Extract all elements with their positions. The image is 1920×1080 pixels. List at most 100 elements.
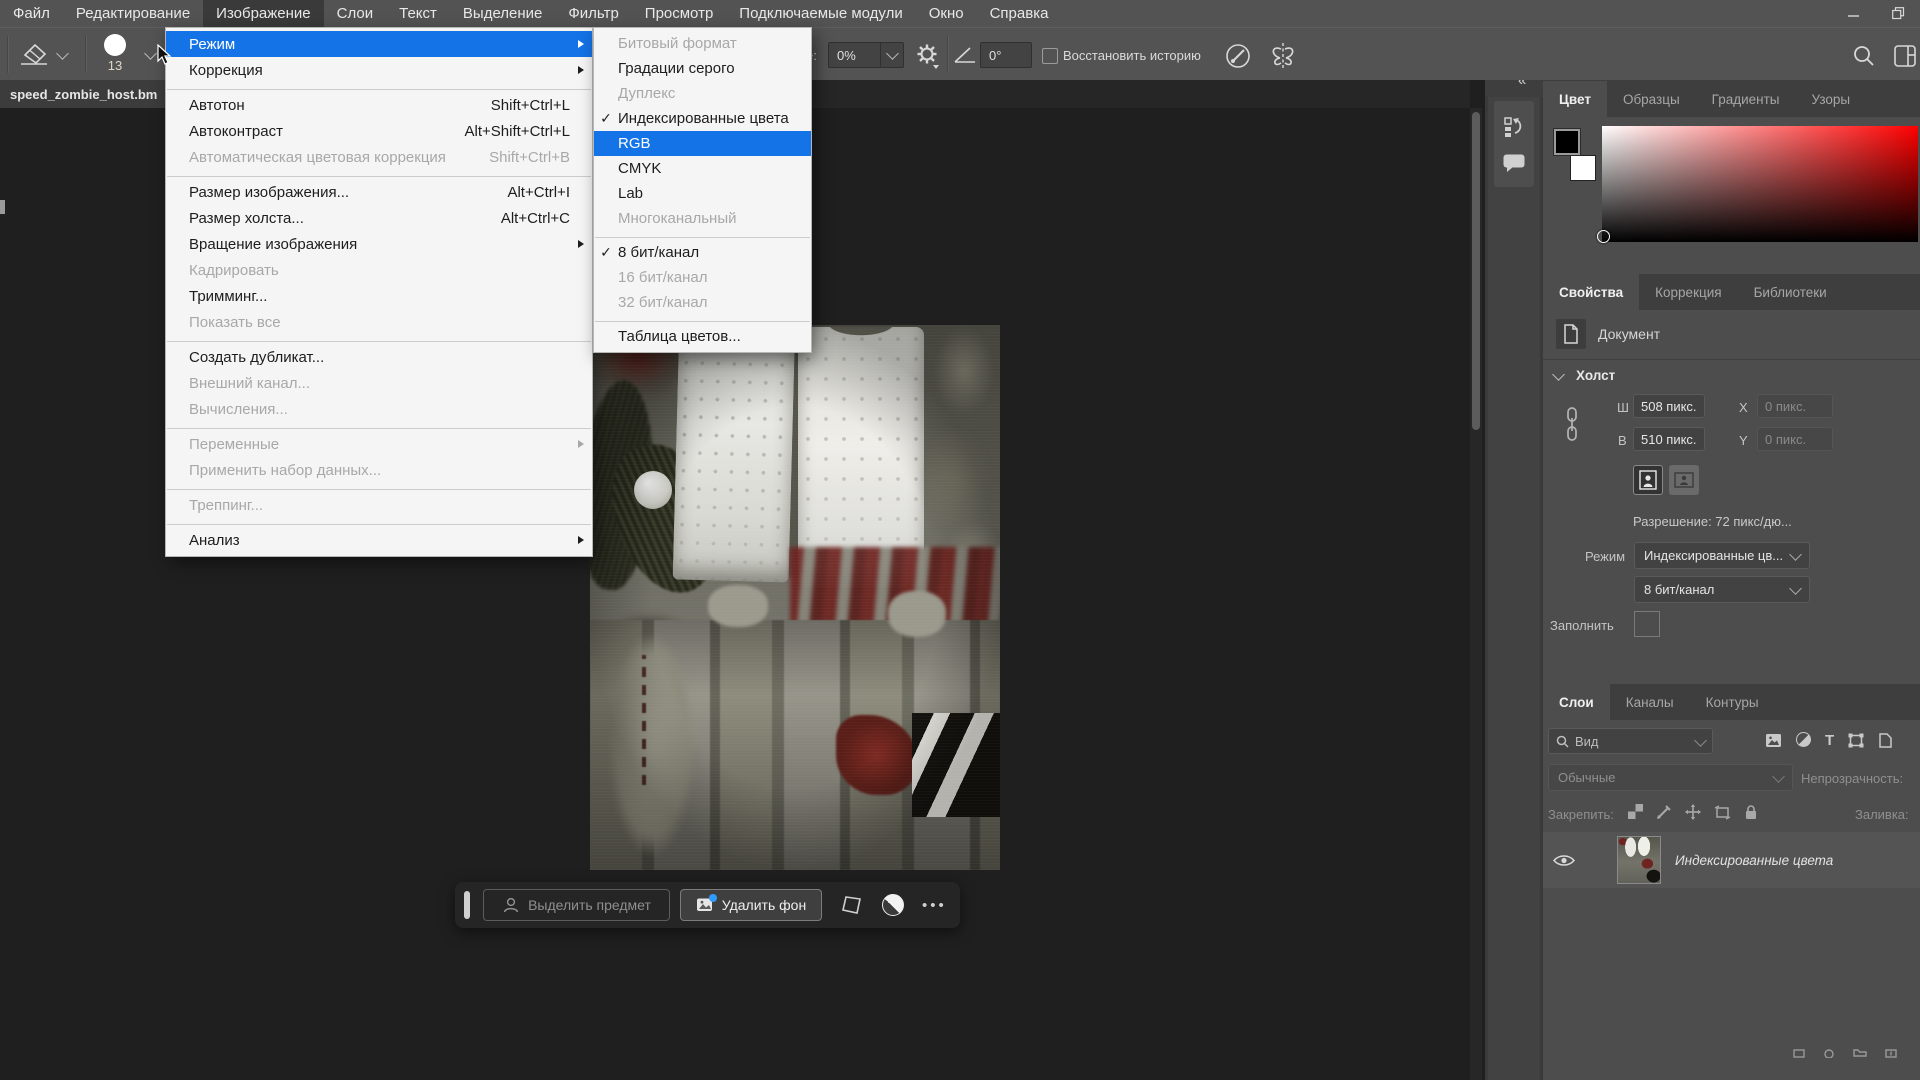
panel-tab[interactable]: Библиотеки <box>1738 274 1843 310</box>
menubar-item[interactable]: Слои <box>324 0 386 27</box>
menu-item[interactable]: Тримминг... <box>166 283 592 309</box>
panel-tab[interactable]: Каналы <box>1610 684 1690 720</box>
layer-effects-icon[interactable] <box>1793 1046 1805 1058</box>
panel-tab[interactable]: Коррекция <box>1639 274 1737 310</box>
menubar-item[interactable]: Текст <box>386 0 450 27</box>
menu-item[interactable]: Размер холста... Alt+Ctrl+C <box>166 205 592 231</box>
submenu-item[interactable]: RGB <box>594 131 811 156</box>
menubar-item[interactable]: Файл <box>0 0 63 27</box>
brush-size-picker[interactable]: 13 <box>92 34 138 73</box>
menu-item[interactable]: Показать все <box>166 309 592 335</box>
blend-mode-dropdown[interactable]: Обычные <box>1548 764 1793 791</box>
smoothing-brush-button[interactable] <box>1224 42 1252 73</box>
layer-thumbnail[interactable] <box>1617 836 1661 884</box>
symmetry-button[interactable] <box>1268 41 1298 74</box>
foreground-color-swatch[interactable] <box>1554 129 1580 155</box>
menubar-item[interactable]: Редактирование <box>63 0 203 27</box>
height-field[interactable]: 510 пикс. <box>1633 427 1705 451</box>
panel-tab[interactable]: Цвет <box>1543 81 1607 117</box>
panel-tab[interactable]: Свойства <box>1543 274 1639 310</box>
menu-item[interactable]: Вращение изображения <box>166 231 592 257</box>
panel-tab[interactable]: Контуры <box>1690 684 1775 720</box>
menubar-item[interactable]: Изображение <box>203 0 324 27</box>
section-chevron-icon[interactable] <box>1552 368 1565 381</box>
filter-adjustment-layers-icon[interactable] <box>1796 732 1811 747</box>
menu-item[interactable]: Режим <box>166 31 592 57</box>
menubar-item[interactable]: Подключаемые модули <box>726 0 915 27</box>
history-panel-icon[interactable] <box>1502 115 1526 139</box>
smoothing-dropdown[interactable]: 0% <box>828 42 904 68</box>
submenu-item[interactable]: 16 бит/канал <box>594 265 811 290</box>
menu-item[interactable]: Автотон Shift+Ctrl+L <box>166 92 592 118</box>
search-button[interactable] <box>1852 44 1876 71</box>
panel-tab[interactable]: Узоры <box>1796 81 1867 117</box>
panel-tab[interactable]: Образцы <box>1607 81 1696 117</box>
document-tab[interactable]: speed_zombie_host.bm <box>0 80 168 108</box>
new-group-icon[interactable] <box>1853 1046 1867 1058</box>
vertical-scrollbar-thumb[interactable] <box>1472 112 1480 430</box>
angle-input[interactable]: 0° <box>980 42 1032 68</box>
color-picker-ring[interactable] <box>1597 230 1610 243</box>
submenu-item[interactable]: Индексированные цвета <box>594 106 811 131</box>
lock-artboard-icon[interactable] <box>1714 804 1731 820</box>
menu-item[interactable]: Создать дубликат... <box>166 344 592 370</box>
lock-all-icon[interactable] <box>1744 804 1758 820</box>
width-field[interactable]: 508 пикс. <box>1633 394 1705 418</box>
orientation-landscape-button[interactable] <box>1669 465 1699 495</box>
menu-item[interactable]: Автоконтраст Alt+Shift+Ctrl+L <box>166 118 592 144</box>
menu-item[interactable]: Вычисления... <box>166 396 592 422</box>
transform-button[interactable] <box>840 894 864 916</box>
menubar-item[interactable]: Окно <box>916 0 977 27</box>
adjustments-button[interactable] <box>882 894 904 916</box>
link-dimensions-icon[interactable] <box>1565 406 1579 444</box>
new-layer-icon[interactable] <box>1885 1046 1897 1058</box>
layer-name[interactable]: Индексированные цвета <box>1675 853 1833 868</box>
layer-row[interactable]: Индексированные цвета <box>1543 832 1920 888</box>
minimize-button[interactable] <box>1832 0 1876 27</box>
y-field[interactable]: 0 пикс. <box>1757 427 1833 451</box>
restore-history-checkbox[interactable] <box>1042 48 1058 64</box>
select-subject-button[interactable]: Выделить предмет <box>483 889 670 921</box>
color-gradient-field[interactable] <box>1602 126 1918 242</box>
canvas-image[interactable] <box>590 325 1000 870</box>
menubar-item[interactable]: Выделение <box>450 0 555 27</box>
menu-item[interactable]: Размер изображения... Alt+Ctrl+I <box>166 179 592 205</box>
bit-depth-dropdown[interactable]: 8 бит/канал <box>1634 576 1810 603</box>
submenu-item[interactable]: Таблица цветов... <box>594 324 811 349</box>
layer-visibility-toggle[interactable] <box>1553 853 1575 868</box>
submenu-item[interactable]: Lab <box>594 181 811 206</box>
submenu-item[interactable]: Битовый формат <box>594 31 811 56</box>
filter-type-layers-icon[interactable] <box>1825 732 1834 749</box>
panel-tab[interactable]: Градиенты <box>1696 81 1796 117</box>
eraser-preset-chevron-icon[interactable] <box>56 47 69 60</box>
menu-item[interactable]: Кадрировать <box>166 257 592 283</box>
remove-background-button[interactable]: Удалить фон <box>680 889 822 921</box>
menubar-item[interactable]: Фильтр <box>555 0 631 27</box>
panel-tab[interactable]: Слои <box>1543 684 1610 720</box>
submenu-item[interactable]: CMYK <box>594 156 811 181</box>
menu-item[interactable]: Анализ <box>166 527 592 553</box>
workspace-switcher-button[interactable] <box>1893 44 1917 71</box>
filter-smart-objects-icon[interactable] <box>1878 732 1893 749</box>
more-options-button[interactable]: ••• <box>922 897 947 914</box>
lock-pixels-icon[interactable] <box>1656 804 1672 820</box>
lock-position-icon[interactable] <box>1685 804 1701 820</box>
submenu-item[interactable]: 8 бит/канал <box>594 240 811 265</box>
brush-picker-chevron-icon[interactable] <box>144 47 157 60</box>
submenu-item[interactable]: 32 бит/канал <box>594 290 811 315</box>
canvas-fill-swatch[interactable] <box>1634 611 1660 637</box>
menu-item[interactable]: Внешний канал... <box>166 370 592 396</box>
taskbar-drag-handle[interactable] <box>464 891 470 919</box>
airbrush-settings-button[interactable] <box>915 43 941 72</box>
menu-item[interactable]: Применить набор данных... <box>166 457 592 483</box>
menubar-item[interactable]: Справка <box>977 0 1062 27</box>
menu-item[interactable]: Треппинг... <box>166 492 592 518</box>
background-color-swatch[interactable] <box>1570 155 1596 181</box>
eraser-tool-preset[interactable] <box>15 41 51 70</box>
menu-item[interactable]: Автоматическая цветовая коррекция Shift+… <box>166 144 592 170</box>
orientation-portrait-button[interactable] <box>1633 465 1663 495</box>
submenu-item[interactable]: Градации серого <box>594 56 811 81</box>
mode-dropdown[interactable]: Индексированные цв... <box>1634 542 1810 569</box>
comments-panel-icon[interactable] <box>1502 153 1526 173</box>
x-field[interactable]: 0 пикс. <box>1757 394 1833 418</box>
